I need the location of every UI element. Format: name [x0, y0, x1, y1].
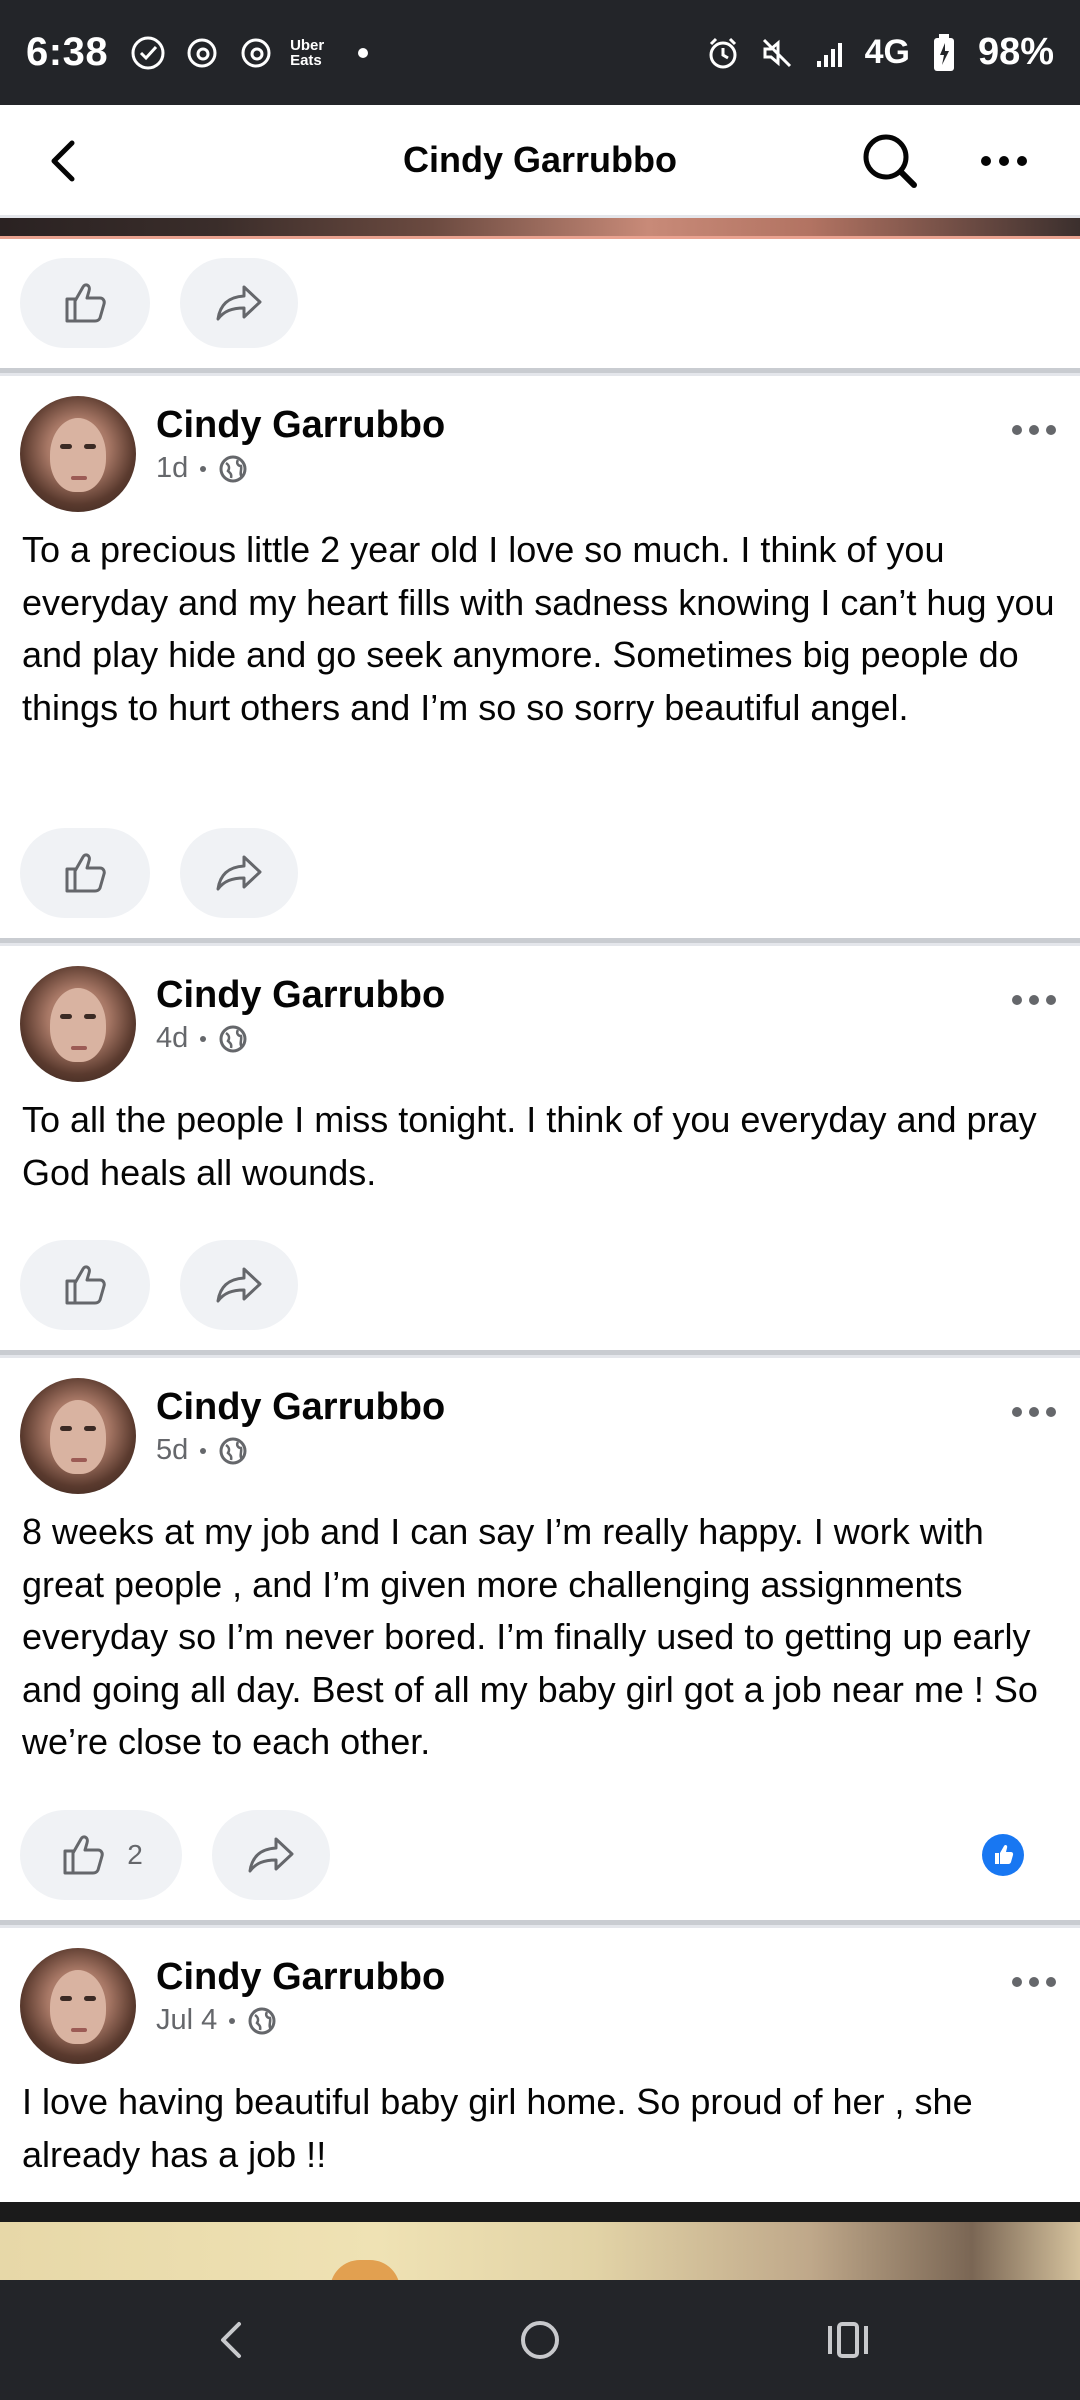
post-text: I love having beautiful baby girl home. …: [22, 2081, 973, 2175]
post-author[interactable]: Cindy Garrubbo: [156, 1956, 445, 1999]
meta-separator: [200, 1447, 207, 1454]
alarm-icon: [703, 33, 743, 73]
post-divider: [0, 938, 1080, 946]
threads-icon-2: [236, 33, 276, 73]
more-options-button[interactable]: [974, 129, 1034, 193]
meta-separator: [200, 465, 207, 472]
like-reaction-badge[interactable]: [982, 1834, 1024, 1876]
post-meta: 1d: [156, 452, 248, 485]
post-image[interactable]: [0, 2222, 1080, 2280]
post-divider: [0, 1920, 1080, 1928]
signal-icon: [811, 33, 851, 73]
post-text: To a precious little 2 year old I love s…: [22, 529, 1055, 728]
more-dots-icon: [1012, 425, 1056, 435]
post-divider: [0, 368, 1080, 376]
avatar[interactable]: [20, 396, 136, 512]
post-author[interactable]: Cindy Garrubbo: [156, 974, 445, 1017]
chevron-left-icon: [221, 2322, 241, 2358]
more-dots-icon: [1012, 1407, 1056, 1417]
system-recents-button[interactable]: [816, 2308, 880, 2372]
post-media[interactable]: [0, 2202, 1080, 2280]
thumbs-up-icon: [65, 853, 106, 893]
back-button[interactable]: [36, 133, 92, 189]
like-count: 2: [127, 1839, 143, 1870]
post-divider: [0, 1350, 1080, 1358]
status-bar: 6:38 Uber Eats 4G 98%: [0, 0, 1080, 105]
globe-icon: [219, 1025, 247, 1052]
system-back-button[interactable]: [198, 2308, 262, 2372]
thumbs-up-filled-icon: [995, 1844, 1014, 1864]
post-meta: 4d: [156, 1022, 248, 1055]
post-options-button[interactable]: [1004, 410, 1064, 450]
app-bar: Cindy Garrubbo: [0, 105, 1080, 218]
search-icon: [863, 134, 917, 188]
status-left: 6:38 Uber Eats: [26, 30, 369, 75]
share-arrow-icon: [216, 285, 262, 321]
profile-feed[interactable]: Cindy Garrubbo 1d To a precious little 2…: [0, 218, 1080, 2280]
share-button[interactable]: [180, 1240, 298, 1330]
globe-icon: [248, 2007, 276, 2034]
more-dots-icon: [981, 156, 1027, 166]
like-button[interactable]: 2: [20, 1810, 182, 1900]
battery-percent: 98%: [977, 31, 1054, 73]
home-circle-icon: [521, 2321, 559, 2359]
mute-icon: [757, 33, 797, 73]
avatar[interactable]: [20, 1948, 136, 2064]
battery-icon: [924, 33, 964, 73]
share-arrow-icon: [216, 1267, 262, 1303]
uber-eats-icon: Uber Eats: [290, 36, 325, 69]
notification-dot-icon: [358, 47, 369, 58]
globe-icon: [219, 455, 247, 482]
post-meta: Jul 4: [156, 2004, 277, 2037]
share-button[interactable]: [180, 828, 298, 918]
threads-icon: [182, 33, 222, 73]
thumbs-up-icon: [65, 283, 106, 323]
post-options-button[interactable]: [1004, 980, 1064, 1020]
share-arrow-icon: [216, 855, 262, 891]
system-home-button[interactable]: [508, 2308, 572, 2372]
check-circle-icon: [128, 33, 168, 73]
recents-icon: [828, 2322, 868, 2358]
like-button[interactable]: [20, 828, 150, 918]
share-button[interactable]: [212, 1810, 330, 1900]
post-options-button[interactable]: [1004, 1392, 1064, 1432]
status-time: 6:38: [26, 30, 109, 74]
post-text: To all the people I miss tonight. I thin…: [22, 1099, 1037, 1193]
share-button[interactable]: [180, 258, 298, 348]
like-button[interactable]: [20, 258, 150, 348]
thumbs-up-icon: [63, 1835, 104, 1875]
post-options-button[interactable]: [1004, 1962, 1064, 2002]
post-text: 8 weeks at my job and I can say I’m real…: [22, 1511, 1038, 1762]
post-time[interactable]: Jul 4: [156, 2004, 217, 2037]
system-navigation-bar: [0, 2280, 1080, 2400]
avatar[interactable]: [20, 966, 136, 1082]
search-button[interactable]: [858, 129, 922, 193]
meta-separator: [200, 1035, 207, 1042]
back-arrow-icon: [51, 140, 75, 182]
post-time[interactable]: 1d: [156, 452, 188, 485]
previous-post-media[interactable]: [0, 218, 1080, 239]
post-author[interactable]: Cindy Garrubbo: [156, 1386, 445, 1429]
status-right: 4G 98%: [703, 31, 1054, 74]
post-time[interactable]: 4d: [156, 1022, 188, 1055]
post-author[interactable]: Cindy Garrubbo: [156, 404, 445, 447]
more-dots-icon: [1012, 995, 1056, 1005]
like-button[interactable]: [20, 1240, 150, 1330]
post-time[interactable]: 5d: [156, 1434, 188, 1467]
post-meta: 5d: [156, 1434, 248, 1467]
avatar[interactable]: [20, 1378, 136, 1494]
globe-icon: [219, 1437, 247, 1464]
thumbs-up-icon: [65, 1265, 106, 1305]
meta-separator: [229, 2017, 236, 2024]
network-type: 4G: [864, 33, 910, 71]
share-arrow-icon: [248, 1837, 294, 1873]
more-dots-icon: [1012, 1977, 1056, 1987]
